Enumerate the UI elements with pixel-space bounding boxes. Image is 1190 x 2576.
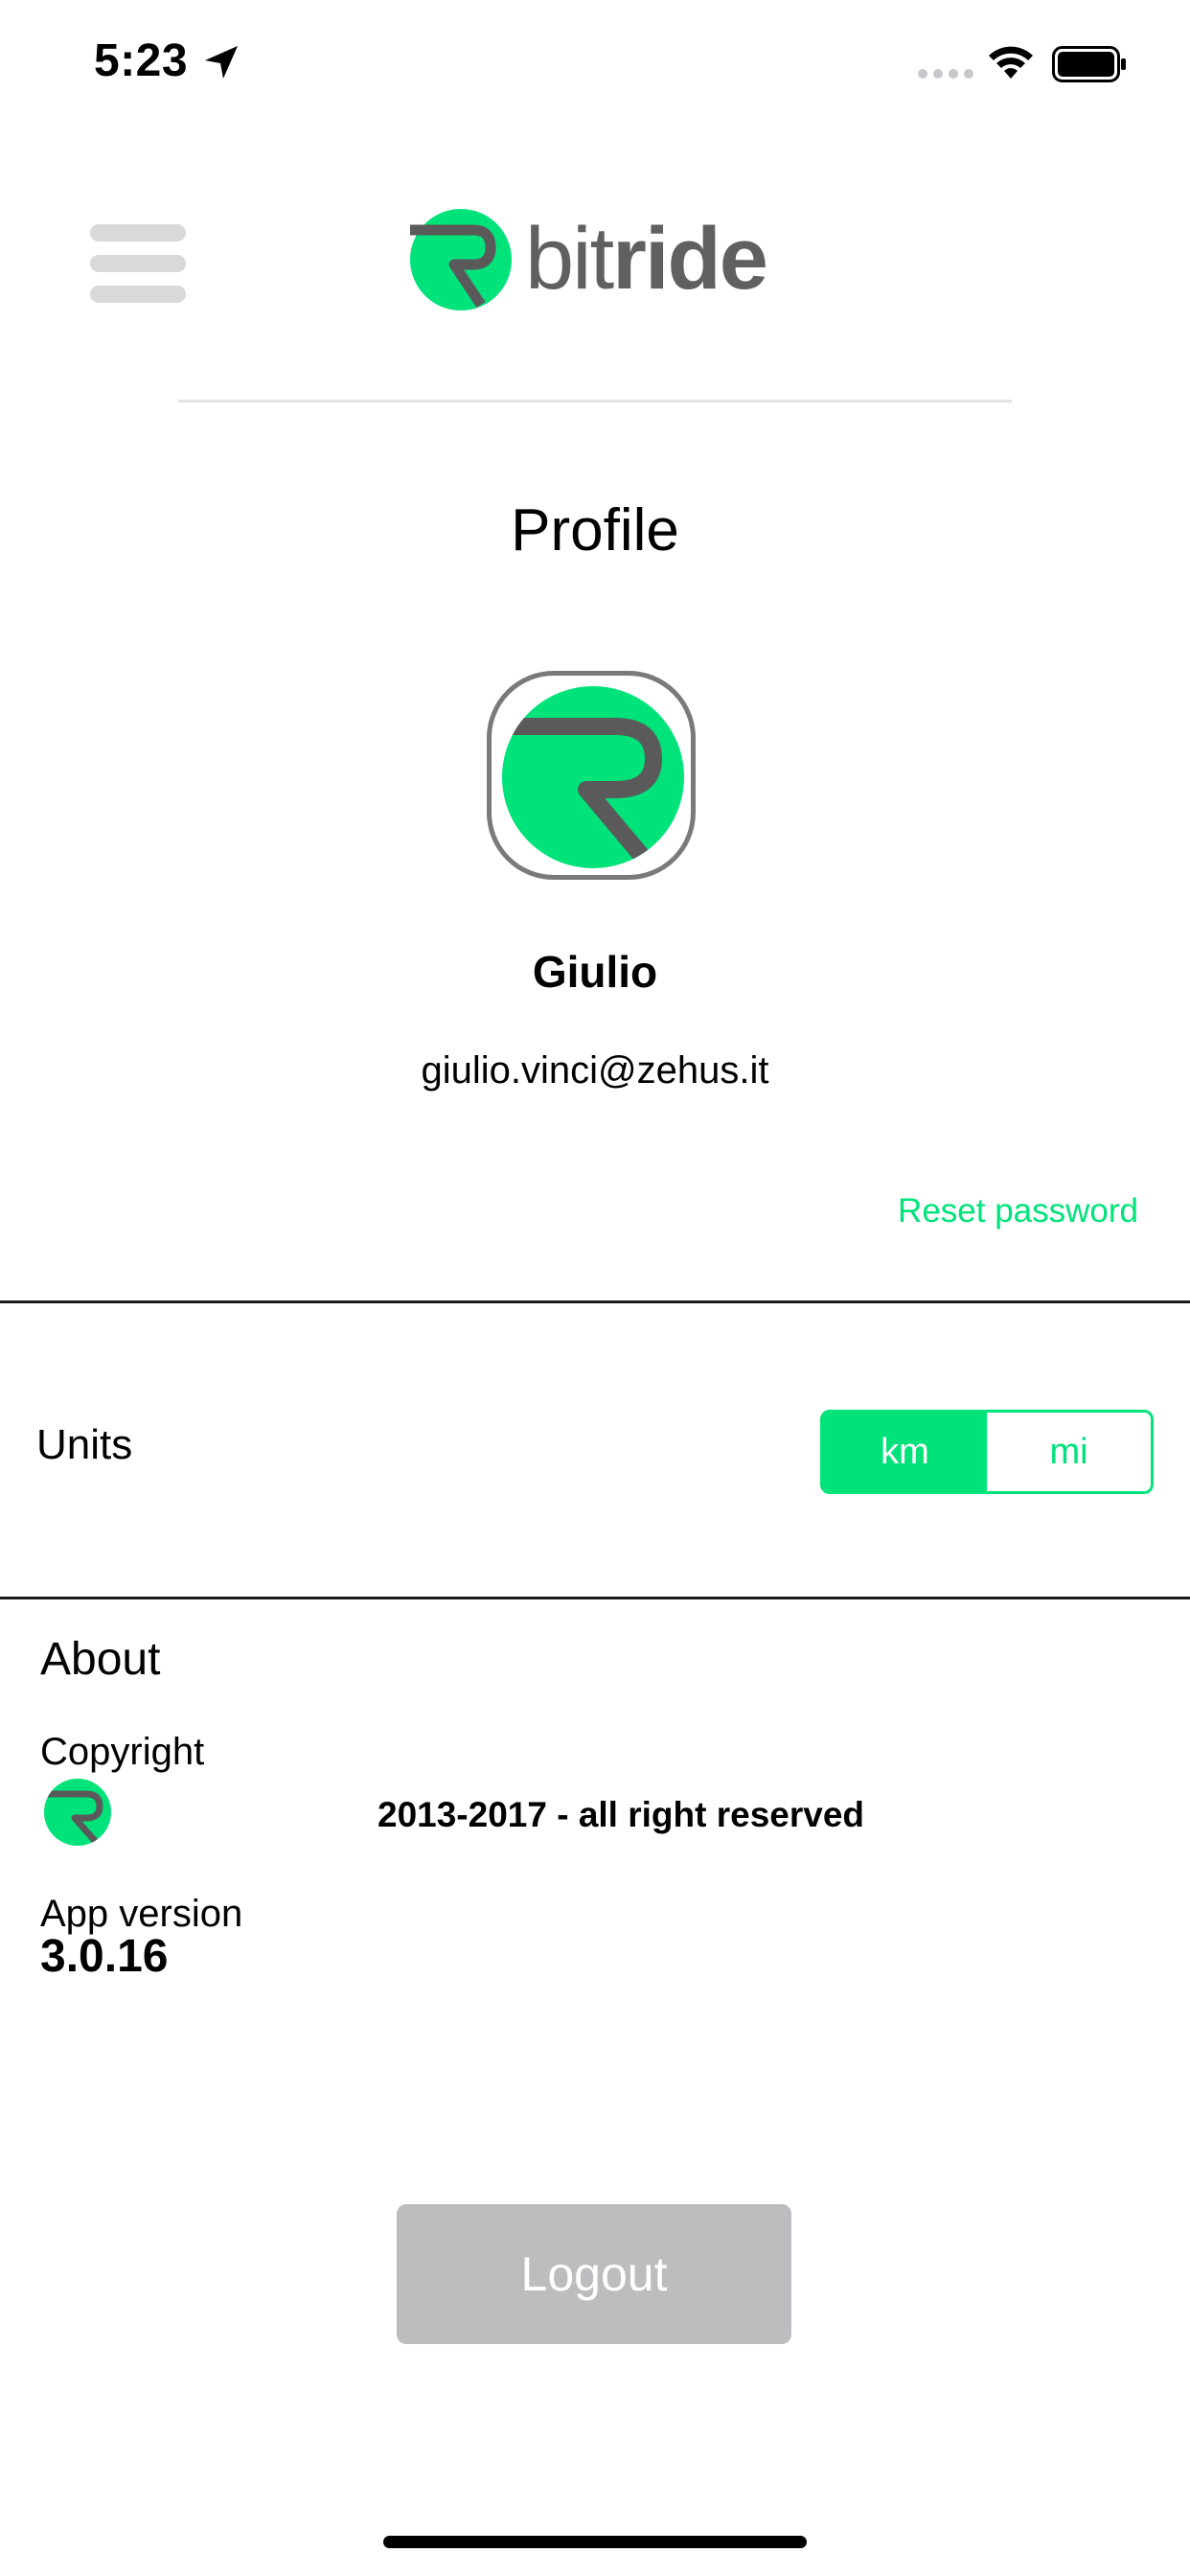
bitride-logo: bitride — [410, 209, 774, 310]
user-name: Giulio — [532, 947, 658, 997]
avatar[interactable] — [502, 686, 684, 868]
about-title: About — [40, 1634, 161, 1685]
page-title: Profile — [511, 497, 679, 564]
cellular-dots-icon — [918, 69, 973, 79]
logout-button[interactable]: Logout — [397, 2204, 791, 2344]
app-version-value: 3.0.16 — [40, 1931, 169, 1982]
header-divider — [178, 400, 1012, 402]
units-segmented-control[interactable]: km mi — [820, 1410, 1154, 1494]
units-option-km[interactable]: km — [823, 1413, 987, 1491]
user-email: giulio.vinci@zehus.it — [421, 1049, 769, 1092]
section-divider — [0, 1597, 1190, 1599]
units-label: Units — [36, 1421, 133, 1468]
battery-icon — [1052, 46, 1126, 82]
units-option-mi[interactable]: mi — [987, 1413, 1151, 1491]
logo-r-icon — [410, 224, 496, 309]
location-arrow-icon — [205, 46, 238, 79]
reset-password-link[interactable]: Reset password — [898, 1188, 1138, 1234]
section-divider — [0, 1300, 1190, 1303]
avatar-r-icon — [502, 718, 662, 866]
copyright-text: 2013-2017 - all right reserved — [378, 1795, 865, 1834]
copyright-logo-icon — [44, 1779, 111, 1846]
hamburger-menu-icon[interactable] — [90, 224, 186, 303]
wifi-icon — [989, 46, 1033, 79]
logo-text: bitride — [525, 210, 768, 308]
copyright-label: Copyright — [40, 1731, 205, 1773]
status-time: 5:23 — [94, 35, 189, 86]
home-indicator[interactable] — [383, 2536, 807, 2548]
